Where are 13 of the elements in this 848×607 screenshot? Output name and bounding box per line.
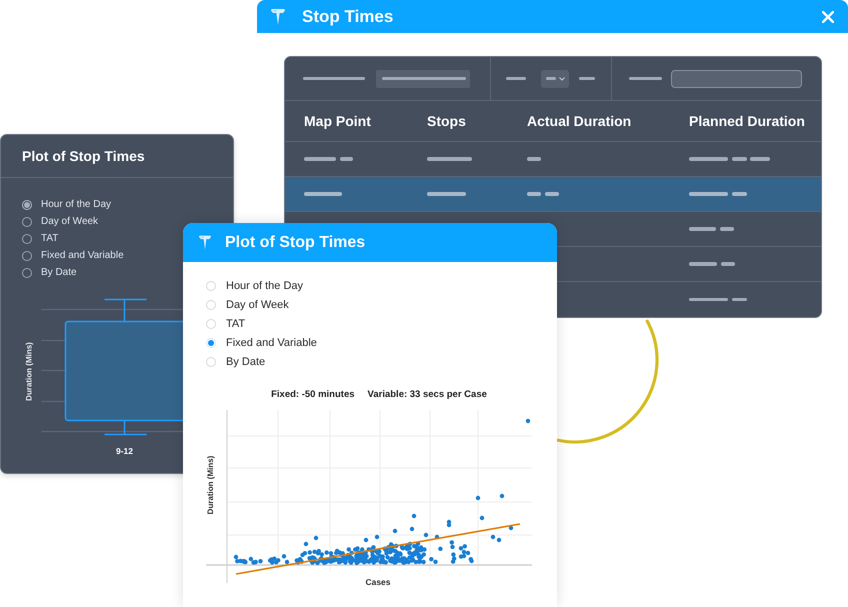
column-header: Map Point [304,113,372,129]
column-header: Actual Duration [527,113,632,129]
axis-label: Cases [365,577,391,587]
category-label: 9-12 [116,446,133,456]
chart-title: Variable: 33 secs per Case [368,388,487,400]
axis-label: Duration (Mins) [206,456,215,514]
window-title: Stop Times [302,6,394,26]
chart-title: Fixed: -50 minutes [271,388,355,400]
axis-label: Duration (Mins) [24,342,34,401]
window-title: Plot of Stop Times [225,234,366,252]
column-header: Stops [427,113,467,129]
panel-title: Plot of Stop Times [1,135,233,178]
column-header: Planned Duration [689,113,806,129]
